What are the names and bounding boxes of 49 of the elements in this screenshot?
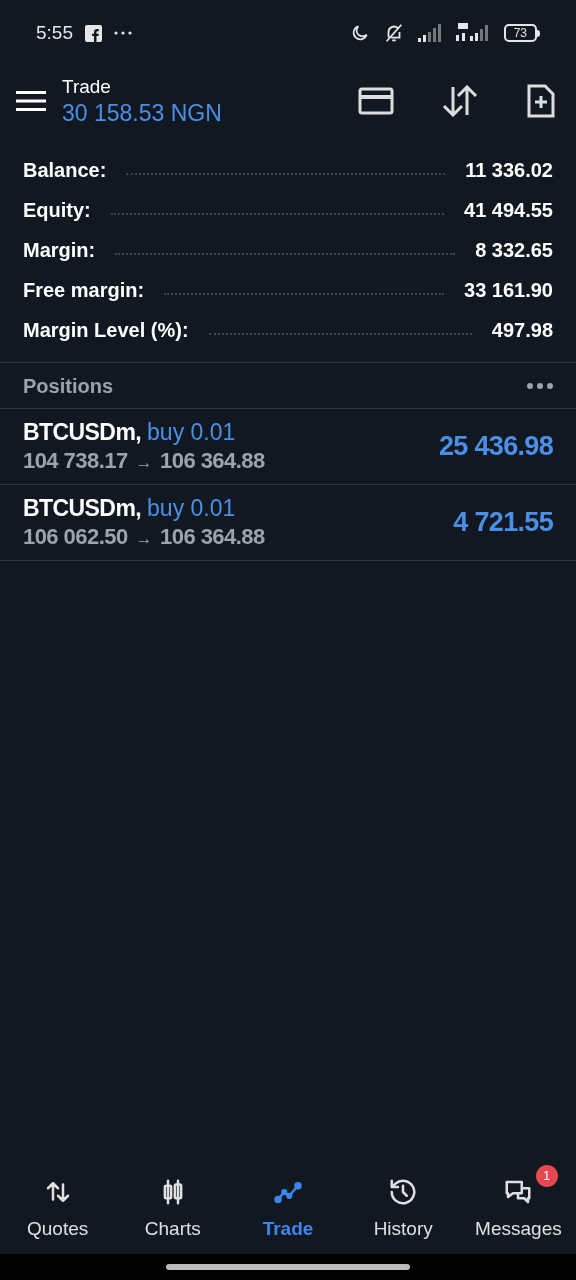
position-side: buy 0.01	[147, 494, 236, 524]
arrow-text: →	[135, 452, 153, 474]
signal-icon	[417, 24, 444, 42]
summary-label: Equity:	[23, 198, 91, 223]
card-button[interactable]	[358, 87, 394, 115]
summary-label: Margin:	[23, 238, 96, 263]
position-profit: 4 721.55	[453, 506, 553, 540]
position-side: buy 0.01	[147, 418, 236, 448]
battery-indicator: 73	[503, 24, 540, 42]
nav-tab[interactable]: Trade	[230, 1164, 346, 1244]
nav-tab[interactable]: History	[345, 1164, 461, 1244]
history-icon	[388, 1176, 419, 1207]
new-order-button[interactable]	[526, 83, 556, 119]
more-button[interactable]	[527, 382, 553, 389]
current-price: 106 364.88	[160, 523, 265, 551]
menu-button[interactable]	[16, 90, 46, 112]
sort-button[interactable]	[442, 85, 478, 117]
summary-label: Margin Level (%):	[23, 318, 189, 343]
current-price: 106 364.88	[160, 447, 265, 475]
position-row[interactable]: BTCUSDm, buy 0.01 104 738.17 → 106 364.88 25 436.98	[0, 408, 576, 485]
up-down-arrows-icon	[442, 85, 478, 117]
summary-value: 497.98	[491, 318, 553, 343]
summary-value: 11 336.02	[465, 158, 553, 183]
nav-tab[interactable]: Quotes	[0, 1164, 116, 1244]
arrow-text: →	[135, 528, 153, 550]
summary-label: Balance:	[23, 158, 107, 183]
status-time: 5:55	[36, 20, 73, 45]
summary-value: 33 161.90	[464, 278, 553, 303]
summary-label: Free margin:	[23, 278, 145, 303]
menu-icon	[16, 90, 46, 112]
position-symbol: BTCUSDm,	[23, 418, 142, 448]
open-price: 104 738.17	[23, 447, 128, 475]
nav-tab[interactable]: Charts	[115, 1164, 231, 1244]
credit-card-icon	[358, 87, 394, 115]
facebook-icon	[85, 24, 102, 42]
summary-value: 41 494.55	[464, 198, 553, 223]
more-icon	[114, 31, 132, 35]
more-icon	[527, 382, 553, 389]
position-row[interactable]: BTCUSDm, buy 0.01 106 062.50 → 106 364.88 4 721.55	[0, 484, 576, 561]
header-title: Trade	[62, 74, 112, 99]
position-profit: 25 436.98	[438, 430, 553, 464]
header-balance: 30 158.53 NGN	[62, 98, 223, 128]
notification-badge: 1	[535, 1164, 558, 1187]
open-price: 106 062.50	[23, 523, 128, 551]
section-title: Positions	[23, 373, 113, 399]
position-symbol: BTCUSDm,	[23, 494, 142, 524]
document-plus-icon	[526, 83, 556, 119]
nav-tab[interactable]: 1 Messages	[460, 1164, 576, 1244]
summary-value: 8 332.65	[475, 238, 553, 263]
